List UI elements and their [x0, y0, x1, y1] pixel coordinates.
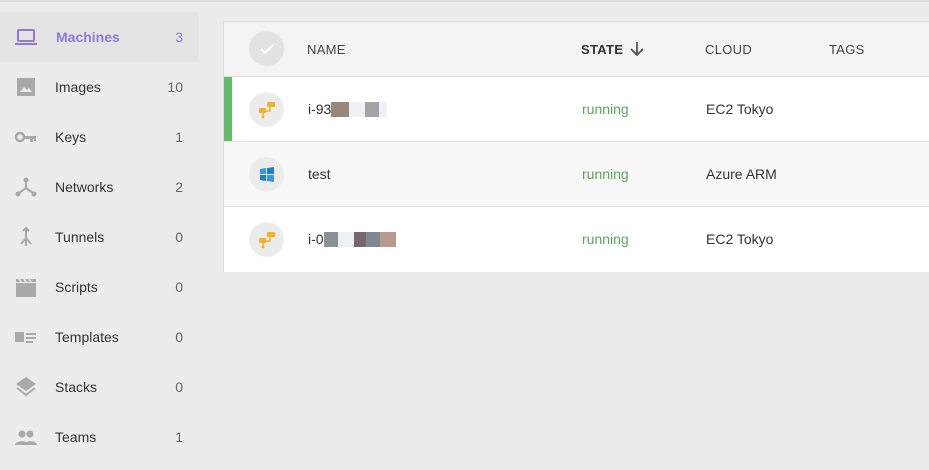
- table-row[interactable]: i-0 running EC2 Tokyo: [224, 207, 929, 272]
- sidebar-item-count: 0: [175, 329, 183, 345]
- machine-state: running: [582, 166, 629, 182]
- machine-cloud: EC2 Tokyo: [706, 231, 774, 247]
- machine-name-text: i-93: [308, 101, 332, 117]
- sidebar-item-count: 0: [175, 279, 183, 295]
- sidebar: Machines 3 Images 10 Keys 1 Networks 2 T…: [0, 12, 199, 462]
- column-header-state[interactable]: STATE: [581, 42, 644, 57]
- sidebar-item-count: 1: [175, 429, 183, 445]
- aws-icon[interactable]: [249, 222, 284, 257]
- redacted-block: [323, 232, 396, 247]
- machine-state: running: [582, 231, 629, 247]
- column-header-name[interactable]: NAME: [307, 42, 346, 57]
- machine-cloud: Azure ARM: [706, 166, 777, 182]
- aws-icon[interactable]: [249, 92, 284, 127]
- sidebar-item-count: 0: [175, 229, 183, 245]
- table-row[interactable]: test running Azure ARM: [224, 142, 929, 207]
- sidebar-item-machines[interactable]: Machines 3: [0, 12, 199, 62]
- sidebar-item-images[interactable]: Images 10: [0, 62, 199, 112]
- column-header-tags[interactable]: TAGS: [829, 42, 865, 57]
- sidebar-item-label: Tunnels: [55, 229, 105, 245]
- machine-name[interactable]: test: [308, 166, 331, 182]
- sidebar-item-label: Templates: [55, 329, 119, 345]
- sidebar-item-keys[interactable]: Keys 1: [0, 112, 199, 162]
- key-icon: [14, 125, 38, 149]
- column-header-cloud[interactable]: CLOUD: [705, 42, 752, 57]
- sidebar-item-count: 3: [175, 29, 183, 45]
- column-header-state-label: STATE: [581, 42, 624, 57]
- machine-name[interactable]: i-0: [308, 231, 396, 247]
- tunnel-icon: [14, 225, 38, 249]
- sidebar-item-label: Keys: [55, 129, 87, 145]
- sidebar-item-count: 1: [175, 129, 183, 145]
- sidebar-item-scripts[interactable]: Scripts 0: [0, 262, 199, 312]
- redacted-block: [331, 102, 388, 117]
- check-icon: [259, 43, 274, 54]
- machine-cloud: EC2 Tokyo: [706, 101, 774, 117]
- clapperboard-icon: [14, 275, 38, 299]
- sidebar-item-label: Stacks: [55, 379, 98, 395]
- select-all-checkbox[interactable]: [249, 31, 284, 66]
- sort-arrow-down-icon: [630, 42, 644, 57]
- sidebar-item-label: Networks: [55, 179, 114, 195]
- table-header: NAME STATE CLOUD TAGS: [224, 22, 929, 77]
- machine-state: running: [582, 101, 629, 117]
- sidebar-item-label: Images: [55, 79, 101, 95]
- sidebar-item-networks[interactable]: Networks 2: [0, 162, 199, 212]
- sidebar-item-label: Scripts: [55, 279, 98, 295]
- sidebar-item-count: 0: [175, 379, 183, 395]
- network-icon: [14, 175, 38, 199]
- people-icon: [14, 425, 38, 449]
- machine-name-text: i-0: [308, 231, 324, 247]
- machine-name[interactable]: i-93: [308, 101, 388, 117]
- laptop-icon: [14, 25, 38, 49]
- sidebar-item-count: 2: [175, 179, 183, 195]
- top-divider: [0, 0, 929, 2]
- machines-table: NAME STATE CLOUD TAGS i-93 running EC2 T…: [223, 21, 929, 272]
- azure-icon[interactable]: [249, 157, 284, 192]
- sidebar-item-stacks[interactable]: Stacks 0: [0, 362, 199, 412]
- sidebar-item-tunnels[interactable]: Tunnels 0: [0, 212, 199, 262]
- sidebar-item-count: 10: [167, 79, 183, 95]
- sidebar-item-templates[interactable]: Templates 0: [0, 312, 199, 362]
- sidebar-item-label: Machines: [56, 29, 120, 45]
- template-icon: [14, 325, 38, 349]
- selected-marker: [224, 77, 232, 141]
- table-row[interactable]: i-93 running EC2 Tokyo: [224, 77, 929, 142]
- image-icon: [14, 75, 38, 99]
- layers-icon: [14, 375, 38, 399]
- sidebar-item-label: Teams: [55, 429, 97, 445]
- sidebar-item-teams[interactable]: Teams 1: [0, 412, 199, 462]
